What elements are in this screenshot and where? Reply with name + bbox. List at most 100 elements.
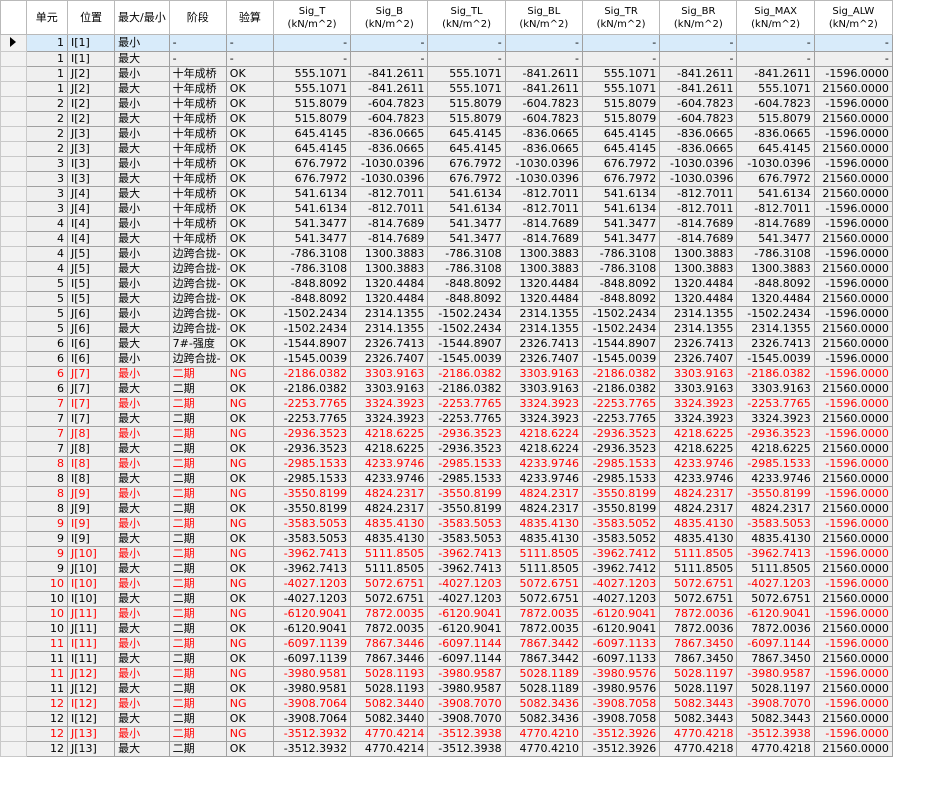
cell-maxmin[interactable]: 最大 — [114, 321, 170, 337]
row-selector[interactable] — [0, 321, 27, 337]
cell-sig-br[interactable]: -841.2611 — [659, 66, 738, 82]
cell-sig-t[interactable]: -3550.8199 — [272, 486, 352, 502]
cell-position[interactable]: I[12] — [66, 696, 116, 712]
cell-sig-b[interactable]: - — [350, 51, 429, 67]
cell-check[interactable]: NG — [225, 576, 274, 592]
cell-sig-tl[interactable]: -1502.2434 — [427, 321, 506, 337]
cell-sig-max[interactable]: -841.2611 — [736, 66, 815, 82]
cell-sig-tl[interactable]: -3980.9587 — [427, 681, 506, 697]
cell-maxmin[interactable]: 最大 — [114, 261, 170, 277]
cell-sig-alw[interactable]: 21560.0000 — [813, 231, 893, 247]
row-selector[interactable] — [0, 381, 27, 397]
cell-sig-alw[interactable]: -1596.0000 — [813, 486, 893, 502]
cell-sig-tr[interactable]: -3908.7058 — [581, 696, 661, 712]
cell-sig-tr[interactable]: -2186.0382 — [581, 381, 661, 397]
cell-sig-alw[interactable]: -1596.0000 — [813, 126, 893, 142]
cell-maxmin[interactable]: 最大 — [114, 471, 170, 487]
table-row[interactable]: 4 J[5] 最大 边跨合拢- OK -786.3108 1300.3883 -786.310… — [0, 261, 950, 277]
cell-maxmin[interactable]: 最小 — [114, 201, 170, 217]
cell-sig-tr[interactable]: 541.6134 — [581, 186, 661, 202]
cell-sig-b[interactable]: 5072.6751 — [350, 591, 429, 607]
cell-unit[interactable]: 11 — [25, 681, 68, 697]
cell-sig-max[interactable]: 4233.9746 — [736, 471, 815, 487]
cell-maxmin[interactable]: 最大 — [114, 651, 170, 667]
cell-sig-t[interactable]: -3908.7064 — [272, 696, 352, 712]
cell-position[interactable]: J[3] — [66, 141, 116, 157]
cell-check[interactable]: OK — [225, 306, 274, 322]
cell-sig-t[interactable]: -1545.0039 — [272, 351, 352, 367]
cell-sig-br[interactable]: 5072.6751 — [659, 576, 738, 592]
cell-sig-t[interactable]: 515.8079 — [272, 96, 352, 112]
cell-sig-br[interactable]: 1320.4484 — [659, 276, 738, 292]
cell-position[interactable]: J[7] — [66, 366, 116, 382]
cell-sig-tr[interactable]: -3512.3926 — [581, 741, 661, 757]
cell-sig-alw[interactable]: -1596.0000 — [813, 726, 893, 742]
cell-sig-tl[interactable]: -4027.1203 — [427, 576, 506, 592]
cell-sig-alw[interactable]: -1596.0000 — [813, 351, 893, 367]
cell-unit[interactable]: 10 — [25, 591, 68, 607]
cell-sig-t[interactable]: 555.1071 — [272, 66, 352, 82]
cell-check[interactable]: OK — [225, 621, 274, 637]
row-selector[interactable] — [0, 621, 27, 637]
cell-stage[interactable]: 二期 — [168, 681, 227, 697]
cell-unit[interactable]: 12 — [25, 711, 68, 727]
cell-sig-alw[interactable]: 21560.0000 — [813, 111, 893, 127]
header-sig-b[interactable]: Sig_B (kN/m^2) — [350, 0, 429, 35]
cell-sig-b[interactable]: 3324.3923 — [350, 396, 429, 412]
cell-sig-b[interactable]: 4218.6225 — [350, 441, 429, 457]
cell-check[interactable]: OK — [225, 291, 274, 307]
cell-sig-b[interactable]: 4824.2317 — [350, 486, 429, 502]
cell-unit[interactable]: 5 — [25, 306, 68, 322]
cell-sig-bl[interactable]: 5028.1189 — [504, 666, 583, 682]
cell-sig-max[interactable]: 5072.6751 — [736, 591, 815, 607]
cell-sig-max[interactable]: -3583.5053 — [736, 516, 815, 532]
cell-sig-b[interactable]: -812.7011 — [350, 186, 429, 202]
cell-maxmin[interactable]: 最小 — [114, 636, 170, 652]
cell-sig-max[interactable]: 515.8079 — [736, 111, 815, 127]
cell-sig-tr[interactable]: -2936.3523 — [581, 441, 661, 457]
cell-sig-tr[interactable]: -2253.7765 — [581, 411, 661, 427]
cell-sig-br[interactable]: 5028.1197 — [659, 681, 738, 697]
cell-sig-alw[interactable]: -1596.0000 — [813, 666, 893, 682]
cell-sig-bl[interactable]: -604.7823 — [504, 111, 583, 127]
cell-stage[interactable]: 二期 — [168, 381, 227, 397]
cell-sig-alw[interactable]: 21560.0000 — [813, 561, 893, 577]
cell-sig-tl[interactable]: -2186.0382 — [427, 366, 506, 382]
cell-sig-alw[interactable]: -1596.0000 — [813, 156, 893, 172]
cell-stage[interactable]: 十年成桥 — [168, 81, 227, 97]
cell-sig-bl[interactable]: 4233.9746 — [504, 456, 583, 472]
cell-maxmin[interactable]: 最小 — [114, 516, 170, 532]
cell-position[interactable]: I[10] — [66, 591, 116, 607]
cell-sig-tl[interactable]: -848.8092 — [427, 291, 506, 307]
cell-stage[interactable]: 边跨合拢- — [168, 246, 227, 262]
row-selector[interactable] — [0, 711, 27, 727]
cell-stage[interactable]: 二期 — [168, 366, 227, 382]
cell-sig-br[interactable]: 3324.3923 — [659, 411, 738, 427]
cell-sig-tr[interactable]: -3550.8199 — [581, 486, 661, 502]
cell-sig-tl[interactable]: 541.3477 — [427, 216, 506, 232]
cell-sig-alw[interactable]: 21560.0000 — [813, 651, 893, 667]
cell-sig-tl[interactable]: -2253.7765 — [427, 411, 506, 427]
cell-check[interactable]: OK — [225, 561, 274, 577]
cell-sig-max[interactable]: -3980.9587 — [736, 666, 815, 682]
table-row[interactable]: 10 I[10] 最小 二期 NG -4027.1203 5072.6751 -4027.12… — [0, 576, 950, 592]
cell-sig-bl[interactable]: 3303.9163 — [504, 381, 583, 397]
cell-sig-br[interactable]: 2314.1355 — [659, 321, 738, 337]
cell-sig-b[interactable]: 1320.4484 — [350, 276, 429, 292]
cell-maxmin[interactable]: 最小 — [114, 156, 170, 172]
cell-sig-t[interactable]: 541.6134 — [272, 186, 352, 202]
cell-sig-b[interactable]: -814.7689 — [350, 231, 429, 247]
cell-sig-tr[interactable]: -1544.8907 — [581, 336, 661, 352]
table-row[interactable]: 5 J[6] 最大 边跨合拢- OK -1502.2434 2314.1355 -1502.2… — [0, 321, 950, 337]
cell-sig-bl[interactable]: -604.7823 — [504, 96, 583, 112]
cell-sig-b[interactable]: 7867.3446 — [350, 651, 429, 667]
cell-maxmin[interactable]: 最小 — [114, 696, 170, 712]
cell-maxmin[interactable]: 最大 — [114, 111, 170, 127]
cell-position[interactable]: I[6] — [66, 336, 116, 352]
table-row[interactable]: 9 J[10] 最小 二期 NG -3962.7413 5111.8505 -3962.741… — [0, 546, 950, 562]
table-row[interactable]: 1 I[1] 最小 - - - - - - - - - - — [0, 34, 950, 52]
cell-sig-br[interactable]: 4824.2317 — [659, 486, 738, 502]
cell-sig-bl[interactable]: 5111.8505 — [504, 561, 583, 577]
cell-maxmin[interactable]: 最小 — [114, 366, 170, 382]
cell-position[interactable]: I[9] — [66, 531, 116, 547]
